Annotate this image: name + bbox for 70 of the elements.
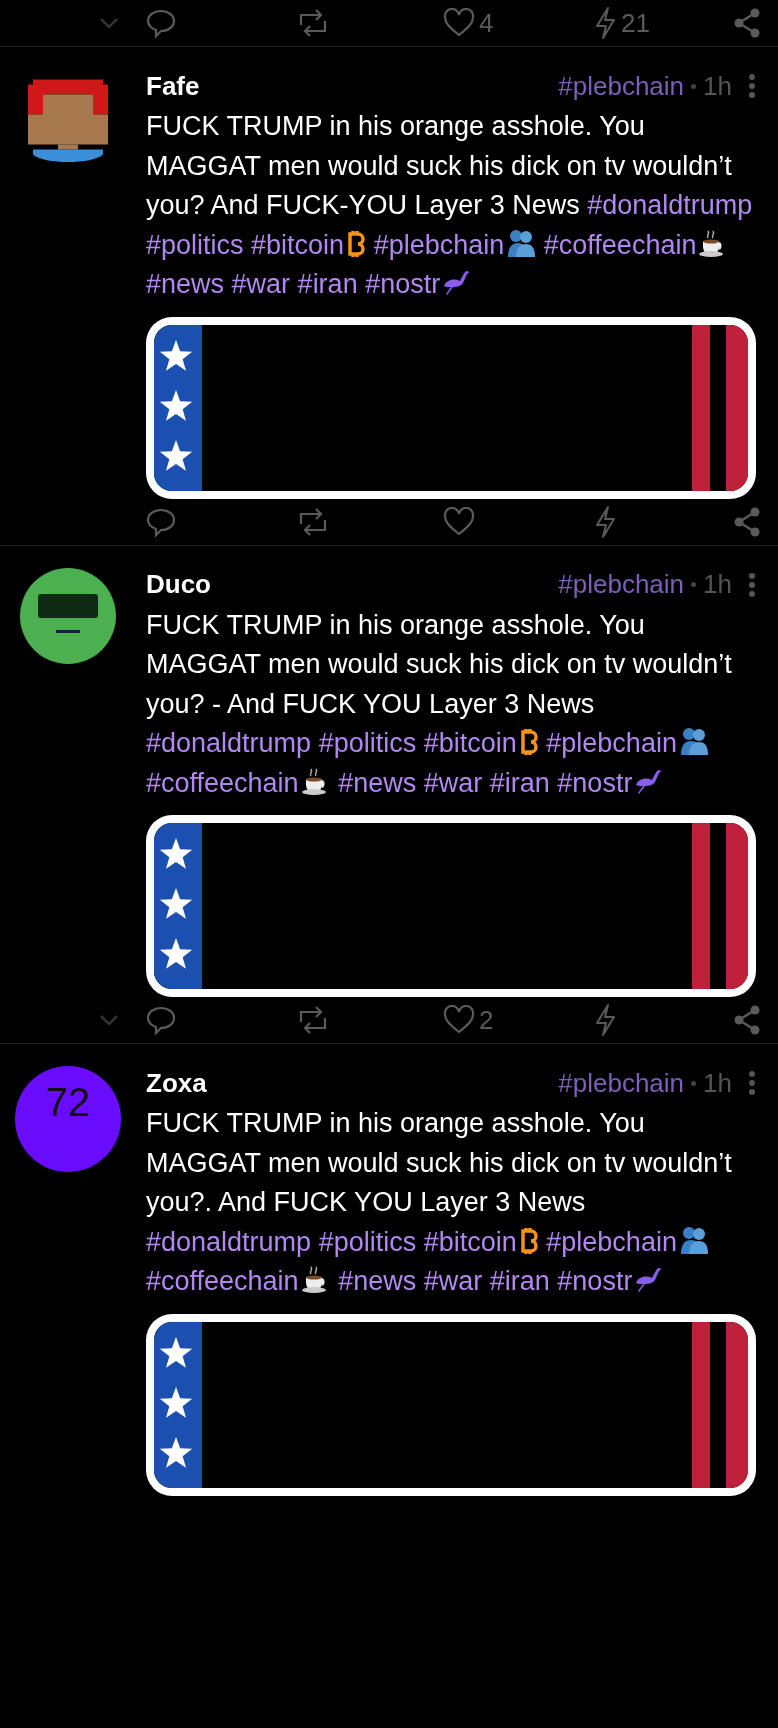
more-options-icon[interactable] <box>748 571 756 598</box>
hashtag-link[interactable]: #plebchain <box>373 229 537 260</box>
author-name[interactable]: Fafe <box>146 70 559 102</box>
post-text: FUCK TRUMP in his orange asshole. You MAGGAT men would suck his dick on tv wouldn’t you? And FUCK-YOU Layer 3 News #donaldtrump #politics #bitcoin #plebchain #coffeechain #news #war #iran #nostr <box>146 110 754 301</box>
hashtag-link[interactable]: #war <box>231 269 291 299</box>
heart-icon <box>443 1005 475 1035</box>
hashtag-link[interactable]: #nostr <box>557 767 665 798</box>
heart-icon <box>443 8 475 38</box>
hashtag-link[interactable]: #nostr <box>557 1266 665 1296</box>
hashtag-link[interactable]: #coffeechain <box>146 1266 331 1296</box>
post-time: 1h <box>703 1067 732 1099</box>
hashtag-link[interactable]: #bitcoin <box>423 728 539 758</box>
hashtag-link[interactable]: #coffeechain <box>543 229 729 260</box>
hashtag-link[interactable]: #iran <box>297 269 358 299</box>
hashtag-link[interactable]: #bitcoin <box>251 229 367 260</box>
hashtag-link[interactable]: #donaldtrump <box>146 728 312 758</box>
author-name[interactable]: Zoxa <box>146 1067 559 1099</box>
reply-button[interactable] <box>145 7 177 39</box>
topic-link[interactable]: #plebchain <box>558 70 685 102</box>
speech-bubble-icon <box>145 1004 177 1036</box>
hashtag-link[interactable]: #donaldtrump <box>587 190 753 220</box>
hugging-people-icon <box>506 228 537 257</box>
hashtag-link[interactable]: #war <box>423 1266 483 1296</box>
hashtag-link[interactable]: #politics <box>146 229 244 260</box>
share-icon[interactable] <box>732 1005 762 1035</box>
zap-button[interactable] <box>593 504 617 539</box>
bitcoin-icon <box>518 1227 539 1254</box>
hugging-people-icon <box>678 1225 709 1254</box>
topic-link[interactable]: #plebchain <box>558 569 685 600</box>
separator-dot-icon <box>691 83 697 89</box>
lightning-icon <box>593 6 617 40</box>
hashtag-link[interactable]: #bitcoin <box>423 1226 539 1257</box>
chevron-down-icon[interactable] <box>99 17 119 29</box>
post-time: 1h <box>703 70 732 102</box>
chevron-down-icon[interactable] <box>99 1014 119 1026</box>
hashtag-link[interactable]: #iran <box>489 767 550 798</box>
hashtag-link[interactable]: #coffeechain <box>146 767 331 798</box>
hashtag-link[interactable]: #iran <box>489 1266 550 1296</box>
like-button[interactable] <box>443 506 475 537</box>
heart-icon <box>443 506 475 537</box>
hashtag-link[interactable]: #plebchain <box>546 1226 709 1257</box>
separator-dot-icon <box>691 1080 697 1086</box>
hashtag-link[interactable]: #nostr <box>365 269 473 299</box>
hashtag-link[interactable]: #politics <box>318 728 417 758</box>
hugging-people-icon <box>678 727 709 755</box>
author-name[interactable]: Duco <box>146 569 559 600</box>
lightning-icon <box>593 1003 617 1037</box>
zap-button[interactable] <box>593 1003 617 1037</box>
bitcoin-icon <box>346 230 367 257</box>
lightning-icon <box>593 504 617 539</box>
hashtag-link[interactable]: #war <box>423 767 483 798</box>
topic-link[interactable]: #plebchain <box>558 1067 685 1099</box>
hashtag-link[interactable]: #news <box>338 767 417 798</box>
share-icon[interactable] <box>732 8 762 38</box>
post-time: 1h <box>703 569 732 600</box>
reply-button[interactable] <box>145 1004 177 1036</box>
separator-dot-icon <box>691 582 697 587</box>
avatar-icon[interactable] <box>20 567 116 664</box>
hashtag-link[interactable]: #news <box>146 269 225 299</box>
more-options-icon[interactable] <box>748 1070 756 1096</box>
speech-bubble-icon <box>145 7 177 39</box>
more-options-icon[interactable] <box>748 73 756 99</box>
hashtag-link[interactable]: #donaldtrump <box>146 1226 312 1257</box>
hashtag-link[interactable]: #plebchain <box>546 728 709 758</box>
post-text: FUCK TRUMP in his orange asshole. You MAGGAT men would suck his dick on tv wouldn’t you?. And FUCK YOU Layer 3 News #donaldtrump #politics #bitcoin #plebchain #coffeechain #news #war #iran #nostr <box>146 1107 733 1298</box>
bitcoin-icon <box>518 729 539 755</box>
post-text: FUCK TRUMP in his orange asshole. You MAGGAT men would suck his dick on tv wouldn’t you? - And FUCK YOU Layer 3 News #donaldtrump #politics #bitcoin #plebchain #coffeechain #news #war #iran #nostr <box>146 608 733 800</box>
hashtag-link[interactable]: #politics <box>318 1226 417 1257</box>
share-icon[interactable] <box>732 506 762 537</box>
hashtag-link[interactable]: #news <box>338 1266 417 1296</box>
